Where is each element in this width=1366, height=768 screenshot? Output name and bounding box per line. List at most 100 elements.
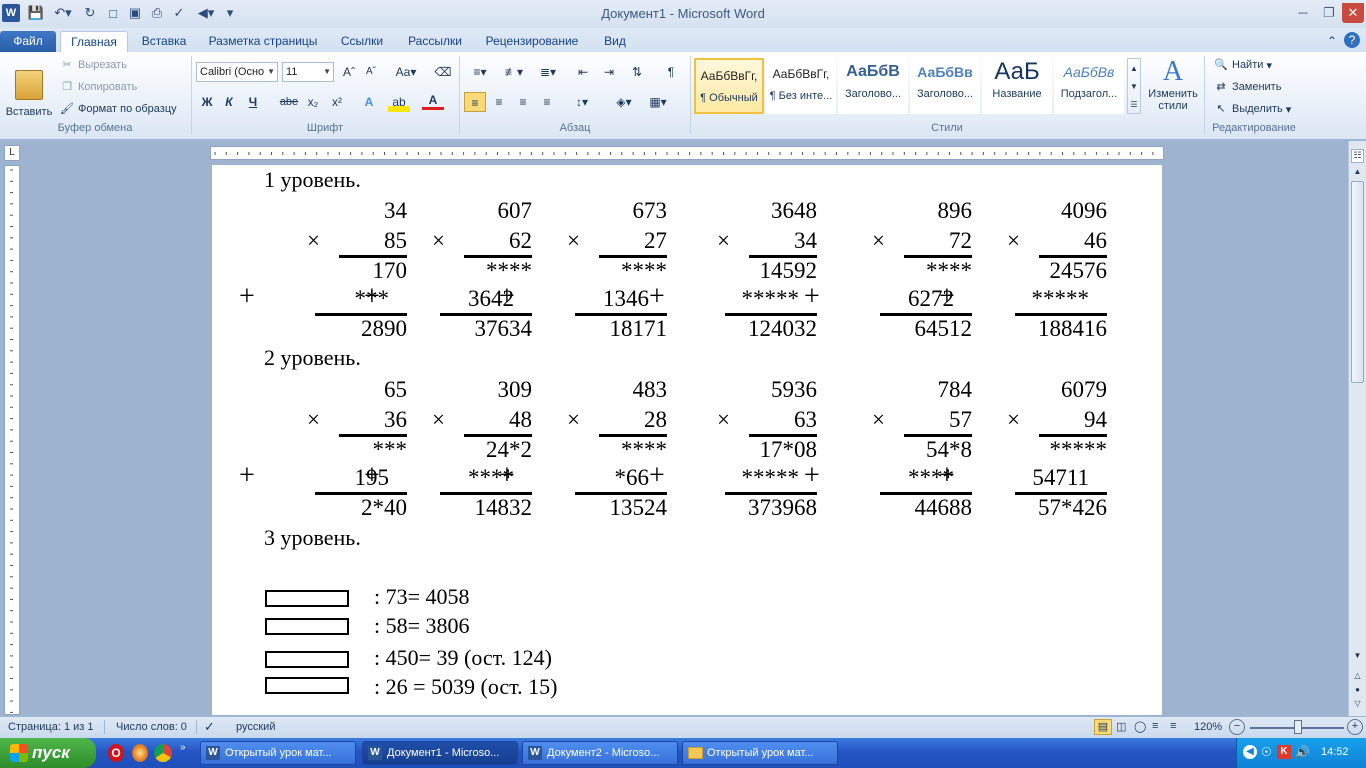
tab-selector-icon[interactable]: L <box>4 145 20 161</box>
numbering-icon[interactable]: ≢▾ <box>500 62 528 82</box>
zoom-level[interactable]: 120% <box>1194 721 1222 733</box>
change-case-icon[interactable]: Aa▾ <box>392 62 420 82</box>
select-button[interactable]: ↖ Выделить ▾ <box>1214 102 1291 116</box>
align-right-icon[interactable]: ≡ <box>512 92 534 112</box>
answer-box[interactable] <box>265 651 349 668</box>
document-page[interactable]: 1 уровень. 34 85 170 *** 2890 × +607 62 **** 3642… <box>212 165 1162 715</box>
web-layout-icon[interactable]: ◯ <box>1134 720 1146 733</box>
paste-button[interactable]: Вставить <box>6 56 52 118</box>
vertical-ruler[interactable] <box>4 165 20 715</box>
taskbar-item[interactable]: W Открытый урок мат... <box>200 741 356 765</box>
scroll-down-icon[interactable]: ▼ <box>1351 651 1364 663</box>
scroll-thumb[interactable] <box>1351 181 1364 383</box>
scroll-up-icon[interactable]: ▲ <box>1351 167 1364 179</box>
change-styles-button[interactable]: A Изменить стили <box>1144 56 1202 120</box>
network-icon[interactable]: ☉ <box>1261 745 1272 759</box>
shrink-font-icon[interactable]: Aˇ <box>360 62 382 82</box>
volume-icon[interactable]: 🔊 <box>1295 745 1310 759</box>
previous-page-icon[interactable]: △ <box>1351 671 1364 683</box>
align-left-icon[interactable]: ≡ <box>464 92 486 112</box>
minimize-icon[interactable]: ─ <box>1290 3 1316 23</box>
copy-button[interactable]: ❐ Копировать <box>60 80 137 94</box>
underline-button[interactable]: Ч <box>242 92 264 112</box>
answer-box[interactable] <box>265 677 349 694</box>
borders-icon[interactable]: ▦▾ <box>644 92 672 112</box>
find-button[interactable]: 🔍 Найти ▾ <box>1214 58 1272 72</box>
answer-box[interactable] <box>265 618 349 635</box>
style-no-spacing[interactable]: АаБбВвГг, ¶ Без инте... <box>766 58 836 114</box>
tab-references[interactable]: Ссылки <box>332 31 392 52</box>
clear-formatting-icon[interactable]: ⌫ <box>432 62 454 82</box>
language-indicator[interactable]: русский <box>236 721 275 733</box>
justify-icon[interactable]: ≡ <box>536 92 558 112</box>
align-center-icon[interactable]: ≡ <box>488 92 510 112</box>
pilcrow-icon[interactable]: ¶ <box>660 62 682 82</box>
format-painter-button[interactable]: 🖌 Формат по образцу <box>60 102 177 116</box>
taskbar-item[interactable]: W Документ1 - Microso... <box>362 741 518 765</box>
tab-mailings[interactable]: Рассылки <box>400 31 470 52</box>
font-name-combo[interactable]: Calibri (Осно ▼ <box>196 62 278 82</box>
back-arrow-icon[interactable]: ◀ <box>1243 745 1257 759</box>
shading-icon[interactable]: ◈▾ <box>610 92 638 112</box>
tab-page-layout[interactable]: Разметка страницы <box>202 31 324 52</box>
minimize-ribbon-icon[interactable]: ⌃ <box>1322 31 1342 52</box>
font-size-combo[interactable]: 11 ▼ <box>282 62 334 82</box>
italic-button[interactable]: К <box>218 92 240 112</box>
style-title[interactable]: АаБ Название <box>982 58 1052 114</box>
full-screen-reading-icon[interactable]: ◫ <box>1116 720 1126 733</box>
bullets-icon[interactable]: ≡▾ <box>466 62 494 82</box>
style-heading-1[interactable]: АаБбВ Заголово... <box>838 58 908 114</box>
antivirus-icon[interactable]: K <box>1277 745 1291 759</box>
print-layout-icon[interactable]: ▤ <box>1094 719 1112 735</box>
font-color-icon[interactable]: A <box>422 92 444 110</box>
style-heading-2[interactable]: АаБбВв Заголово... <box>910 58 980 114</box>
horizontal-ruler[interactable] <box>210 146 1164 160</box>
chrome-icon[interactable] <box>154 744 172 762</box>
style-subtitle[interactable]: АаБбВв Подзагол... <box>1054 58 1124 114</box>
decrease-indent-icon[interactable]: ⇤ <box>572 62 594 82</box>
cut-button[interactable]: ✂ Вырезать <box>60 58 127 72</box>
superscript-button[interactable]: x² <box>326 92 348 112</box>
next-page-icon[interactable]: ▽ <box>1351 699 1364 711</box>
bold-button[interactable]: Ж <box>196 92 218 112</box>
tab-review[interactable]: Рецензирование <box>478 31 586 52</box>
multilevel-list-icon[interactable]: ≣▾ <box>534 62 562 82</box>
outline-icon[interactable]: ≡ <box>1152 720 1158 732</box>
browse-object-icon[interactable]: ● <box>1351 685 1364 697</box>
proofing-icon[interactable]: ✓ <box>204 719 215 735</box>
answer-box[interactable] <box>265 590 349 607</box>
close-icon[interactable]: ✕ <box>1342 3 1364 23</box>
browser-icon[interactable] <box>132 744 148 762</box>
draft-icon[interactable]: ≡ <box>1170 720 1176 732</box>
strikethrough-button[interactable]: abe <box>278 92 300 112</box>
start-button[interactable]: пуск <box>0 738 96 768</box>
sort-icon[interactable]: ⇅ <box>626 62 648 82</box>
restore-icon[interactable]: ❐ <box>1316 3 1342 23</box>
word-count[interactable]: Число слов: 0 <box>116 721 187 733</box>
style-normal[interactable]: АаБбВвГг, ¶ Обычный <box>694 58 764 114</box>
page-count[interactable]: Страница: 1 из 1 <box>8 721 94 733</box>
subscript-button[interactable]: x₂ <box>302 92 324 112</box>
tab-home[interactable]: Главная <box>60 31 128 52</box>
styles-scroll[interactable]: ▲ ▼ ☰ <box>1127 58 1141 114</box>
grow-font-icon[interactable]: Aˆ <box>338 62 360 82</box>
opera-icon[interactable]: O <box>108 744 124 762</box>
zoom-in-icon[interactable]: + <box>1347 719 1363 735</box>
tab-view[interactable]: Вид <box>594 31 636 52</box>
zoom-out-icon[interactable]: − <box>1229 719 1245 735</box>
show-more-icon[interactable]: » <box>180 742 186 753</box>
text-effects-icon[interactable]: A <box>358 92 380 112</box>
zoom-slider-thumb[interactable] <box>1294 720 1302 734</box>
help-icon[interactable]: ? <box>1344 32 1360 48</box>
clock[interactable]: 14:52 <box>1321 746 1349 758</box>
replace-button[interactable]: ⇄ Заменить <box>1214 80 1281 94</box>
taskbar-item[interactable]: Открытый урок мат... <box>682 741 838 765</box>
tab-file[interactable]: Файл <box>0 31 56 52</box>
view-ruler-icon[interactable]: ☷ <box>1351 149 1364 163</box>
vertical-scrollbar[interactable]: ☷ ▲ ▼ △ ● ▽ <box>1348 141 1366 716</box>
increase-indent-icon[interactable]: ⇥ <box>598 62 620 82</box>
line-spacing-icon[interactable]: ↕▾ <box>568 92 596 112</box>
highlight-icon[interactable]: ab <box>388 92 410 112</box>
tab-insert[interactable]: Вставка <box>134 31 194 52</box>
taskbar-item[interactable]: W Документ2 - Microso... <box>522 741 678 765</box>
